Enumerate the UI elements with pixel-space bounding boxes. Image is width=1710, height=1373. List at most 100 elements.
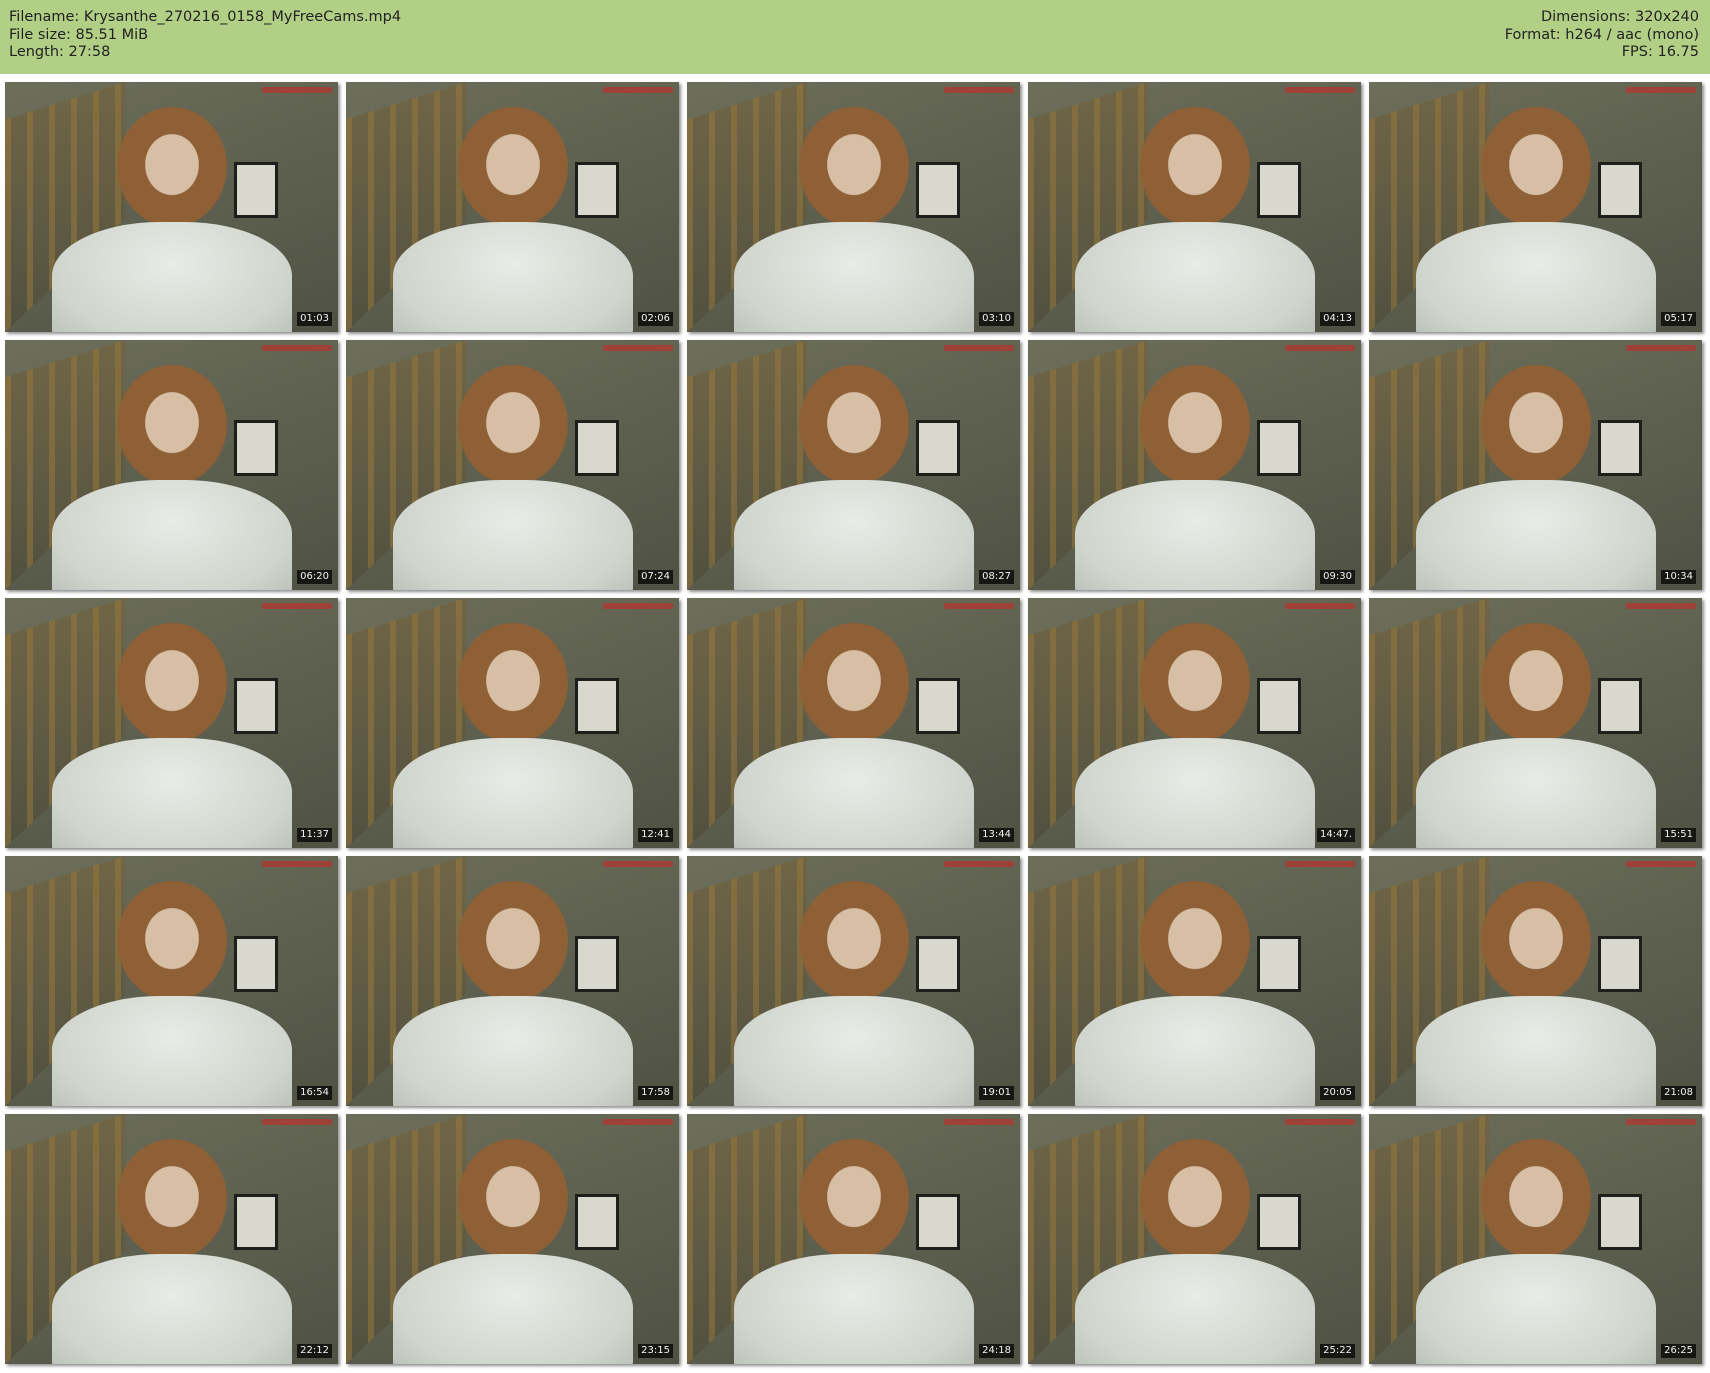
thumbnail-timestamp: 25:22	[1320, 1344, 1355, 1358]
fps-text: FPS: 16.75	[1621, 44, 1699, 60]
sweater-shape	[1415, 996, 1656, 1106]
sweater-shape	[733, 738, 974, 848]
picture-frame-shape	[234, 162, 278, 218]
video-thumbnail[interactable]: 08:27	[687, 340, 1020, 590]
thumbnail-timestamp: 16:54	[297, 1086, 332, 1100]
video-thumbnail[interactable]: 15:51	[1369, 598, 1702, 848]
watermark-mark	[603, 861, 673, 867]
picture-frame-shape	[575, 678, 619, 734]
video-thumbnail[interactable]: 10:34	[1369, 340, 1702, 590]
format-text: Format: h264 / aac (mono)	[1504, 26, 1699, 43]
file-size-text: File size: 85.51 MiB	[9, 26, 149, 43]
metadata-left: Filename: Krysanthe_270216_0158_MyFreeCa…	[9, 9, 401, 62]
head-shape	[457, 107, 568, 227]
picture-frame-shape	[1598, 936, 1642, 992]
sweater-shape	[1415, 222, 1656, 332]
video-thumbnail[interactable]: 07:24	[346, 340, 679, 590]
video-thumbnail[interactable]: 11:37	[5, 598, 338, 848]
thumbnail-timestamp: 07:24	[638, 570, 673, 584]
sweater-shape	[1415, 738, 1656, 848]
video-thumbnail[interactable]: 12:41	[346, 598, 679, 848]
head-shape	[457, 623, 568, 743]
picture-frame-shape	[1598, 162, 1642, 218]
thumbnail-timestamp: 15:51	[1661, 828, 1696, 842]
video-thumbnail[interactable]: 25:22	[1028, 1114, 1361, 1364]
thumbnail-timestamp: 12:41	[638, 828, 673, 842]
watermark-mark	[1285, 87, 1355, 93]
video-thumbnail[interactable]: 03:10	[687, 82, 1020, 332]
watermark-mark	[1626, 87, 1696, 93]
watermark-mark	[262, 345, 332, 351]
video-thumbnail[interactable]: 20:05	[1028, 856, 1361, 1106]
video-thumbnail[interactable]: 04:13	[1028, 82, 1361, 332]
video-thumbnail[interactable]: 14:47.	[1028, 598, 1361, 848]
watermark-mark	[1285, 861, 1355, 867]
video-thumbnail[interactable]: 22:12	[5, 1114, 338, 1364]
head-shape	[116, 1139, 227, 1259]
sweater-shape	[51, 738, 292, 848]
thumbnail-timestamp: 08:27	[979, 570, 1014, 584]
picture-frame-shape	[916, 936, 960, 992]
head-shape	[1139, 365, 1250, 485]
video-thumbnail[interactable]: 02:06	[346, 82, 679, 332]
head-shape	[1480, 1139, 1591, 1259]
sweater-shape	[51, 996, 292, 1106]
watermark-mark	[1285, 1119, 1355, 1125]
metadata-right: Dimensions: 320x240 Format: h264 / aac (…	[1505, 9, 1699, 62]
picture-frame-shape	[1257, 1194, 1301, 1250]
watermark-mark	[1626, 345, 1696, 351]
video-thumbnail[interactable]: 19:01	[687, 856, 1020, 1106]
picture-frame-shape	[1598, 1194, 1642, 1250]
sweater-shape	[392, 480, 633, 590]
video-thumbnail[interactable]: 06:20	[5, 340, 338, 590]
watermark-mark	[944, 345, 1014, 351]
watermark-mark	[603, 1119, 673, 1125]
thumbnail-timestamp: 01:03	[297, 312, 332, 326]
sweater-shape	[51, 222, 292, 332]
video-thumbnail[interactable]: 26:25	[1369, 1114, 1702, 1364]
head-shape	[1139, 623, 1250, 743]
picture-frame-shape	[575, 162, 619, 218]
thumbnail-timestamp: 10:34	[1661, 570, 1696, 584]
watermark-mark	[1626, 1119, 1696, 1125]
video-thumbnail[interactable]: 23:15	[346, 1114, 679, 1364]
picture-frame-shape	[575, 1194, 619, 1250]
picture-frame-shape	[575, 420, 619, 476]
head-shape	[798, 881, 909, 1001]
picture-frame-shape	[234, 936, 278, 992]
video-thumbnail[interactable]: 05:17	[1369, 82, 1702, 332]
head-shape	[798, 365, 909, 485]
head-shape	[798, 1139, 909, 1259]
head-shape	[457, 881, 568, 1001]
video-thumbnail[interactable]: 17:58	[346, 856, 679, 1106]
picture-frame-shape	[234, 678, 278, 734]
watermark-mark	[603, 603, 673, 609]
thumbnail-timestamp: 20:05	[1320, 1086, 1355, 1100]
picture-frame-shape	[1257, 162, 1301, 218]
video-thumbnail[interactable]: 24:18	[687, 1114, 1020, 1364]
video-thumbnail[interactable]: 16:54	[5, 856, 338, 1106]
watermark-mark	[1285, 603, 1355, 609]
sweater-shape	[392, 1254, 633, 1364]
thumbnail-timestamp: 23:15	[638, 1344, 673, 1358]
picture-frame-shape	[916, 420, 960, 476]
video-thumbnail[interactable]: 01:03	[5, 82, 338, 332]
picture-frame-shape	[916, 678, 960, 734]
watermark-mark	[603, 87, 673, 93]
picture-frame-shape	[234, 420, 278, 476]
watermark-mark	[1285, 345, 1355, 351]
video-thumbnail[interactable]: 09:30	[1028, 340, 1361, 590]
sweater-shape	[1074, 480, 1315, 590]
sweater-shape	[1074, 738, 1315, 848]
head-shape	[457, 365, 568, 485]
thumbnail-timestamp: 02:06	[638, 312, 673, 326]
sweater-shape	[51, 480, 292, 590]
thumbnail-timestamp: 04:13	[1320, 312, 1355, 326]
watermark-mark	[944, 1119, 1014, 1125]
sweater-shape	[1074, 996, 1315, 1106]
video-thumbnail[interactable]: 21:08	[1369, 856, 1702, 1106]
sweater-shape	[392, 222, 633, 332]
sweater-shape	[733, 996, 974, 1106]
sweater-shape	[733, 480, 974, 590]
video-thumbnail[interactable]: 13:44	[687, 598, 1020, 848]
